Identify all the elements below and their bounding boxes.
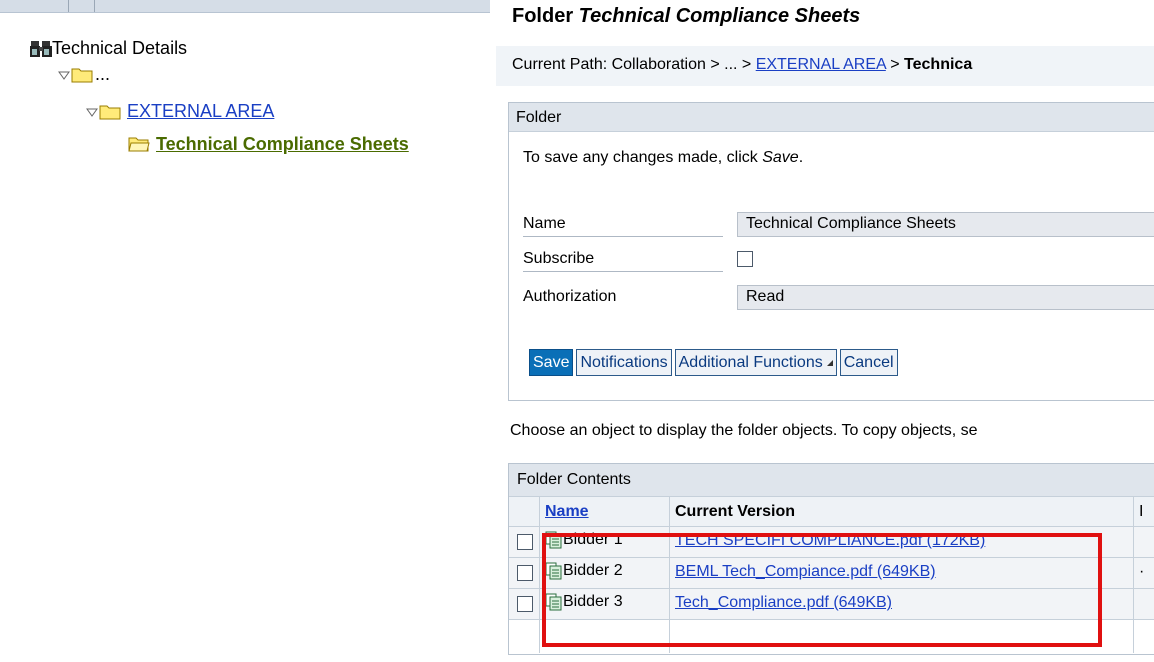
version-link[interactable]: BEML Tech_Compiance.pdf (649KB) <box>675 563 936 581</box>
subscribe-checkbox[interactable] <box>737 251 753 267</box>
current-folder-label[interactable]: Technical Compliance Sheets <box>156 134 409 155</box>
contents-instruction: Choose an object to display the folder o… <box>510 422 978 439</box>
folder-icon <box>99 105 121 120</box>
row-name-cell: Bidder 2 <box>545 562 623 580</box>
breadcrumb-sep: > <box>885 56 905 73</box>
name-column-header[interactable]: Name <box>545 503 589 521</box>
expand-triangle-icon[interactable] <box>86 107 98 117</box>
breadcrumb-prefix: Current Path: Collaboration > ... > <box>512 56 756 73</box>
column-divider <box>1133 497 1134 653</box>
version-link[interactable]: Tech_Compliance.pdf (649KB) <box>675 594 892 612</box>
folder-tree-panel: Technical Details ... EXTERNAL AREA Tech… <box>0 0 490 662</box>
tree-root-label: Technical Details <box>52 38 188 58</box>
page-title-folder-name: Technical Compliance Sheets <box>578 5 861 27</box>
additional-functions-button[interactable]: Additional Functions <box>674 349 837 376</box>
row-name: Bidder 1 <box>563 531 623 548</box>
breadcrumb-current: Technica <box>904 56 973 73</box>
page-title: Folder Technical Compliance Sheets <box>512 5 861 27</box>
document-icon <box>545 593 562 611</box>
tree-node-ellipsis-label: ... <box>95 64 111 84</box>
column-divider <box>539 497 540 653</box>
authorization-label: Authorization <box>523 288 617 305</box>
row-name: Bidder 3 <box>563 593 623 610</box>
save-hint: To save any changes made, click Save. <box>523 149 804 166</box>
cancel-button[interactable]: Cancel <box>839 349 898 376</box>
authorization-field: Read <box>737 285 1154 310</box>
row-name-cell: Bidder 3 <box>545 593 623 611</box>
current-version-column-header: Current Version <box>675 503 796 520</box>
row-checkbox[interactable] <box>517 596 533 612</box>
tree-toolbar-strip <box>0 0 490 13</box>
column-divider <box>669 497 670 653</box>
folder-properties-panel: Folder To save any changes made, click S… <box>508 102 1154 401</box>
expand-triangle-icon[interactable] <box>58 70 70 80</box>
row-extra: · <box>1139 563 1145 580</box>
document-icon <box>545 531 562 549</box>
row-name: Bidder 2 <box>563 562 623 579</box>
external-area-link[interactable]: EXTERNAL AREA <box>127 101 274 122</box>
row-checkbox[interactable] <box>517 565 533 581</box>
save-button[interactable]: Save <box>529 349 574 376</box>
row-name-cell: Bidder 1 <box>545 531 623 549</box>
action-buttons: Save Notifications Additional Functions … <box>529 349 901 376</box>
name-field[interactable]: Technical Compliance Sheets <box>737 212 1154 237</box>
name-label: Name <box>523 215 566 232</box>
folder-contents-title: Folder Contents <box>509 464 1154 497</box>
tree-node-external-area[interactable]: EXTERNAL AREA <box>86 101 274 122</box>
tree-root[interactable]: Technical Details <box>30 38 187 59</box>
folder-panel-header: Folder <box>509 103 1154 132</box>
table-row[interactable]: Bidder 2 BEML Tech_Compiance.pdf (649KB)… <box>509 558 1154 589</box>
open-folder-icon <box>128 137 150 152</box>
table-row[interactable]: Bidder 3 Tech_Compliance.pdf (649KB) <box>509 589 1154 620</box>
tree-node-ellipsis[interactable]: ... <box>58 64 110 85</box>
document-icon <box>545 562 562 580</box>
subscribe-label: Subscribe <box>523 250 595 267</box>
dropdown-arrow-icon <box>826 359 833 366</box>
folder-icon <box>71 68 93 83</box>
extra-column-header: I <box>1139 503 1144 520</box>
row-checkbox[interactable] <box>517 534 533 550</box>
version-link[interactable]: TECH SPECIFI COMPLIANCE.pdf (172KB) <box>675 532 985 550</box>
table-row[interactable]: Bidder 1 TECH SPECIFI COMPLIANCE.pdf (17… <box>509 527 1154 558</box>
binoculars-icon <box>30 40 52 57</box>
tree-node-current-folder[interactable]: Technical Compliance Sheets <box>128 134 409 155</box>
notifications-button[interactable]: Notifications <box>576 349 672 376</box>
folder-details-area: Folder Technical Compliance Sheets Curre… <box>496 0 1154 662</box>
breadcrumb: Current Path: Collaboration > ... > EXTE… <box>496 46 1154 86</box>
table-header-row: Name Current Version I <box>509 497 1154 527</box>
breadcrumb-external-area-link[interactable]: EXTERNAL AREA <box>756 56 886 73</box>
folder-contents-table: Folder Contents Name Current Version I B… <box>508 463 1154 655</box>
